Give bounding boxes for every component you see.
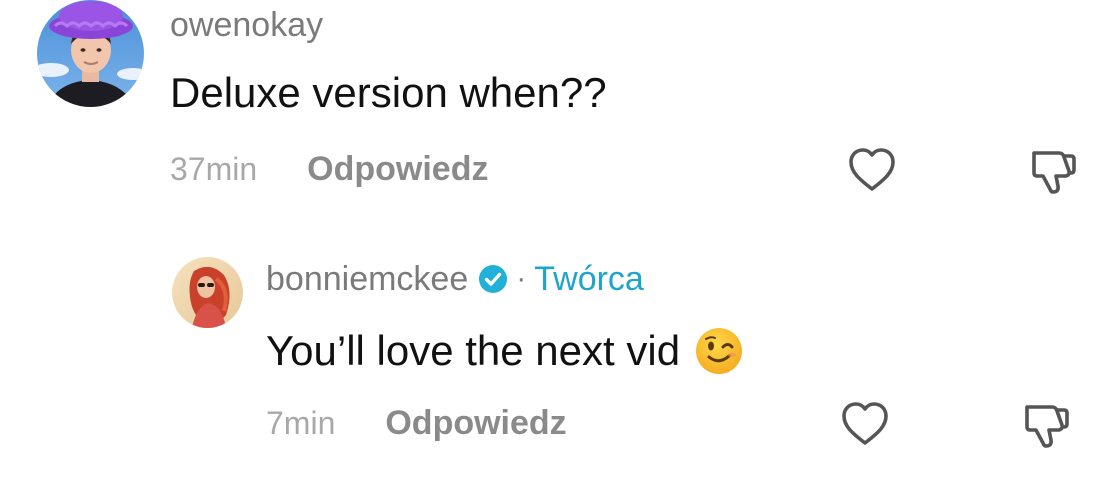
verified-badge-icon: [478, 264, 508, 294]
creator-label: Twórca: [534, 260, 644, 298]
commenter-avatar[interactable]: [37, 0, 144, 107]
thumbs-down-icon[interactable]: [1018, 397, 1072, 451]
winking-face-icon: [694, 326, 744, 376]
reply-username-label[interactable]: bonniemckee: [266, 262, 468, 296]
comment-text: Deluxe version when??: [170, 69, 607, 116]
reply-button[interactable]: Odpowiedz: [307, 150, 488, 189]
reply-timestamp: 7min: [266, 405, 336, 441]
heart-icon[interactable]: [845, 143, 899, 197]
reply-meta: 7min Odpowiedz: [266, 404, 567, 443]
separator-dot: ·: [516, 262, 527, 295]
comment-username[interactable]: owenokay: [170, 8, 323, 42]
reply-button[interactable]: Odpowiedz: [385, 404, 566, 443]
reply-text: You’ll love the next vid: [266, 326, 744, 376]
heart-icon[interactable]: [838, 397, 892, 451]
comment-meta: 37min Odpowiedz: [170, 150, 488, 189]
reply-username[interactable]: bonniemckee · Twórca: [266, 262, 644, 296]
thumbs-down-icon[interactable]: [1025, 143, 1079, 197]
reply-text-label: You’ll love the next vid: [266, 327, 681, 374]
comment-timestamp: 37min: [170, 151, 258, 187]
reply-avatar[interactable]: [172, 257, 243, 328]
